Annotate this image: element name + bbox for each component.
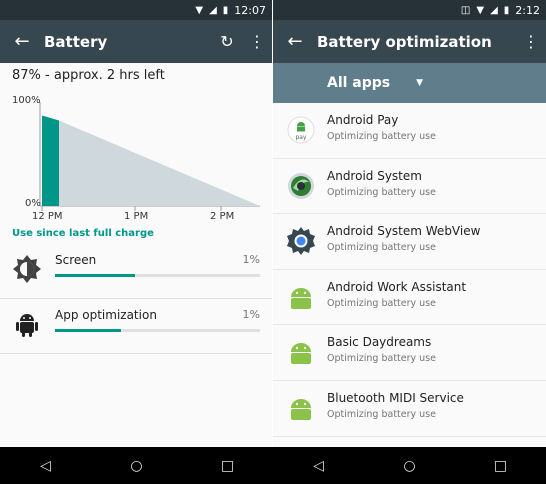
app-item-bluetooth-midi-service[interactable]: Bluetooth MIDI Service Optimizing batter…: [273, 381, 546, 437]
android-icon: [286, 282, 316, 312]
nav-back-button[interactable]: ◁: [299, 458, 339, 474]
filter-label: All apps: [327, 75, 391, 91]
app-item-basic-daydreams[interactable]: Basic Daydreams Optimizing battery use: [273, 325, 546, 381]
screenshot: ▼ ◢ ▮ 12:07 ← Battery ↻ ⋮ 87% - approx. …: [0, 0, 546, 484]
nav-home-button[interactable]: ○: [117, 458, 157, 474]
android-pay-icon: pay: [286, 115, 316, 145]
page-title: Battery optimization: [317, 32, 492, 51]
usage-name: Screen: [55, 253, 97, 267]
status-bar: ▼ ◢ ▮ 12:07: [0, 0, 272, 20]
usage-bar: [55, 274, 260, 277]
app-name: Android Work Assistant: [327, 279, 467, 294]
refresh-icon[interactable]: ↻: [212, 32, 242, 51]
nav-back-button[interactable]: ◁: [26, 458, 66, 474]
battery-icon: ▮: [222, 4, 229, 16]
app-name: Android System WebView: [327, 224, 481, 239]
app-status: Optimizing battery use: [327, 408, 436, 420]
signal-icon: ◢: [209, 4, 217, 16]
usage-item-screen[interactable]: Screen 1%: [0, 244, 272, 299]
app-status: Optimizing battery use: [327, 297, 436, 309]
page-title: Battery: [44, 32, 108, 51]
app-item-android-pay[interactable]: pay Android Pay Optimizing battery use: [273, 103, 546, 159]
status-bar: ◫ ▼ ◢ ▮ 2:12: [273, 0, 546, 20]
y-label-bottom: 0%: [25, 198, 41, 209]
usage-bar-fill: [55, 274, 135, 277]
usage-bar-fill: [55, 329, 121, 332]
battery-graph: 100% 0% 12 PM 1 PM 2 PM: [0, 87, 272, 222]
wifi-icon: ▼: [195, 4, 204, 16]
vibrate-icon: ◫: [460, 4, 471, 16]
app-status: Optimizing battery use: [327, 186, 436, 198]
app-name: Android Pay: [327, 113, 399, 127]
app-name: Basic Daydreams: [327, 335, 432, 350]
android-icon: [286, 393, 316, 423]
app-name: Bluetooth MIDI Service: [327, 390, 464, 405]
dropdown-caret-icon: ▼: [416, 78, 424, 88]
filter-dropdown[interactable]: All apps ▼: [273, 63, 546, 103]
overflow-menu-icon[interactable]: ⋮: [516, 32, 546, 51]
nav-recents-button[interactable]: □: [208, 458, 248, 474]
app-item-android-system-webview[interactable]: Android System WebView Optimizing batter…: [273, 214, 546, 270]
android-system-icon: [286, 171, 316, 201]
usage-percent: 1%: [242, 308, 260, 321]
webview-gear-icon: [286, 226, 316, 256]
y-label-top: 100%: [12, 95, 41, 106]
nav-home-button[interactable]: ○: [390, 458, 430, 474]
navigation-bar: ◁ ○ □ ◁ ○ □: [0, 447, 546, 484]
x-label-1pm: 1 PM: [124, 211, 149, 222]
android-icon: [286, 337, 316, 367]
pay-icon-text: pay: [295, 134, 306, 141]
overflow-menu-icon[interactable]: ⋮: [242, 32, 272, 51]
usage-item-app-optimization[interactable]: App optimization 1%: [0, 299, 272, 354]
app-item-android-system[interactable]: Android System Optimizing battery use: [273, 159, 546, 215]
usage-percent: 1%: [242, 253, 260, 266]
left-nav: ◁ ○ □: [0, 458, 273, 474]
battery-charging-icon: ▮: [503, 4, 510, 16]
status-time: 2:12: [515, 3, 540, 17]
x-label-2pm: 2 PM: [210, 211, 235, 222]
app-status: Optimizing battery use: [327, 242, 436, 254]
battery-summary: 87% - approx. 2 hrs left: [12, 68, 165, 83]
wifi-icon: ▼: [476, 4, 485, 16]
status-time: 12:07: [234, 3, 266, 17]
brightness-icon: [12, 254, 42, 284]
app-item-android-work-assistant[interactable]: Android Work Assistant Optimizing batter…: [273, 270, 546, 326]
arrow-back-icon[interactable]: ←: [273, 31, 317, 52]
x-label-12pm: 12 PM: [32, 211, 63, 222]
arrow-back-icon[interactable]: ←: [0, 31, 44, 52]
usage-name: App optimization: [55, 308, 157, 322]
signal-icon: ◢: [490, 4, 498, 16]
projection-area: [59, 120, 260, 206]
battery-screen: ▼ ◢ ▮ 12:07 ← Battery ↻ ⋮ 87% - approx. …: [0, 0, 272, 447]
history-area: [42, 115, 59, 206]
nav-recents-button[interactable]: □: [481, 458, 521, 474]
battery-optimization-screen: ◫ ▼ ◢ ▮ 2:12 ← Battery optimization ⋮ Al…: [273, 0, 546, 447]
app-status: Optimizing battery use: [327, 131, 436, 142]
android-icon: [12, 309, 42, 339]
app-name: Android System: [327, 168, 422, 183]
battery-app-bar: ← Battery ↻ ⋮: [0, 20, 272, 63]
right-nav: ◁ ○ □: [273, 458, 546, 474]
app-status: Optimizing battery use: [327, 353, 436, 365]
optimization-app-bar: ← Battery optimization ⋮: [273, 20, 546, 63]
usage-bar: [55, 329, 260, 332]
